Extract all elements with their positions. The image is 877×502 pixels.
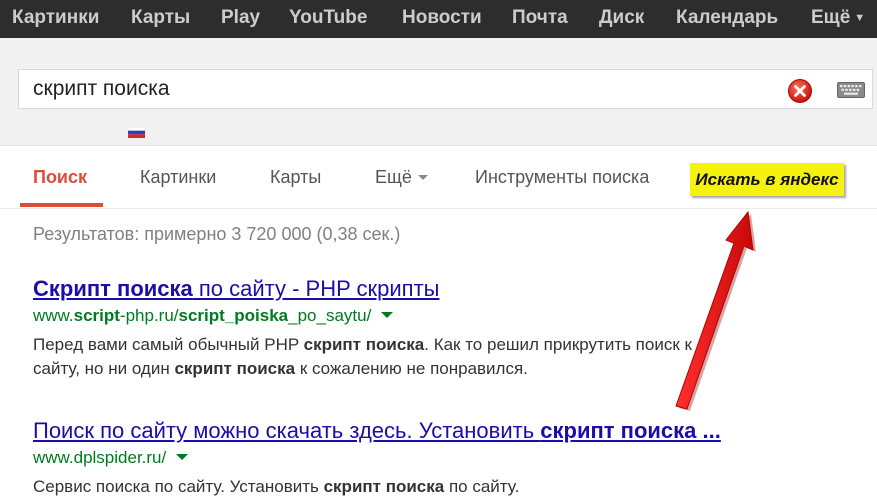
topbar-item-mail[interactable]: Почта [512,0,568,38]
snippet-bold: скрипт поиска [323,477,445,496]
topbar-item-maps[interactable]: Карты [131,0,190,38]
result-url[interactable]: www.script-php.ru/script_poiska_po_saytu… [33,306,394,326]
keyboard-icon[interactable] [837,82,865,98]
clear-icon[interactable] [788,79,812,103]
result-url-rest: _po_saytu/ [288,306,372,325]
search-input[interactable] [33,75,773,103]
topbar-item-drive[interactable]: Диск [599,0,644,38]
snippet-text: к сожалению не понравился. [295,359,528,378]
result-title-link[interactable]: Скрипт поиска по сайту - PHP скрипты [33,276,439,302]
result-url-bold: script [73,306,120,325]
search-box [18,69,873,109]
result-url-text: www.dplspider.ru/ [33,448,167,467]
topbar-more-label: Ещё [811,7,851,28]
tab-more-label: Ещё [375,167,412,187]
topbar-item-play[interactable]: Play [221,0,260,38]
snippet-bold: скрипт поиска [174,359,296,378]
result-url-bold: script_poiska [178,306,289,325]
snippet-text: сайту, но ни один [33,359,175,378]
tab-maps[interactable]: Карты [270,146,321,208]
result-title-bold: скрипт поиска ... [540,418,721,443]
topbar-item-calendar[interactable]: Календарь [676,0,778,38]
result-stats: Результатов: примерно 3 720 000 (0,38 се… [33,224,401,244]
snippet-text: по сайту. [444,477,520,496]
result-url-prefix: www. [33,306,74,325]
result-url-mid: -php.ru/ [119,306,179,325]
snippet-text: . Как то решил прикрутить поиск к [424,335,692,354]
caret-down-icon[interactable] [381,312,394,318]
topbar-item-youtube[interactable]: YouTube [289,0,367,38]
result-title-text: Поиск по сайту можно скачать здесь. Уста… [33,418,541,443]
result-snippet: Перед вами самый обычный PHP скрипт поис… [33,333,692,381]
snippet-text: Перед вами самый обычный PHP [33,335,304,354]
result-snippet: Сервис поиска по сайту. Установить скрип… [33,475,519,499]
tab-search-tools[interactable]: Инструменты поиска [475,146,649,208]
result-title-text: по сайту - PHP скрипты [192,276,440,301]
snippet-bold: скрипт поиска [303,335,425,354]
tab-search[interactable]: Поиск [33,146,87,208]
result-title-link[interactable]: Поиск по сайту можно скачать здесь. Уста… [33,418,721,444]
active-tab-indicator [20,203,103,207]
caret-down-icon [417,175,428,180]
topbar-item-images[interactable]: Картинки [12,0,99,38]
chevron-down-icon: ▼ [854,12,866,24]
caret-down-icon[interactable] [176,454,189,460]
result-title-bold: Скрипт поиска [33,276,193,301]
topbar-item-news[interactable]: Новости [402,0,482,38]
tab-more[interactable]: Ещё [375,146,428,208]
search-in-yandex-button[interactable]: Искать в яндекс [690,163,844,196]
result-url[interactable]: www.dplspider.ru/ [33,448,189,468]
tab-images[interactable]: Картинки [140,146,216,208]
russia-flag-icon[interactable] [128,127,145,138]
topbar-item-more[interactable]: Ещё ▼ [811,0,865,38]
top-navigation-bar: Картинки Карты Play YouTube Новости Почт… [0,0,877,38]
snippet-text: Сервис поиска по сайту. Установить [33,477,324,496]
search-header [0,38,877,146]
